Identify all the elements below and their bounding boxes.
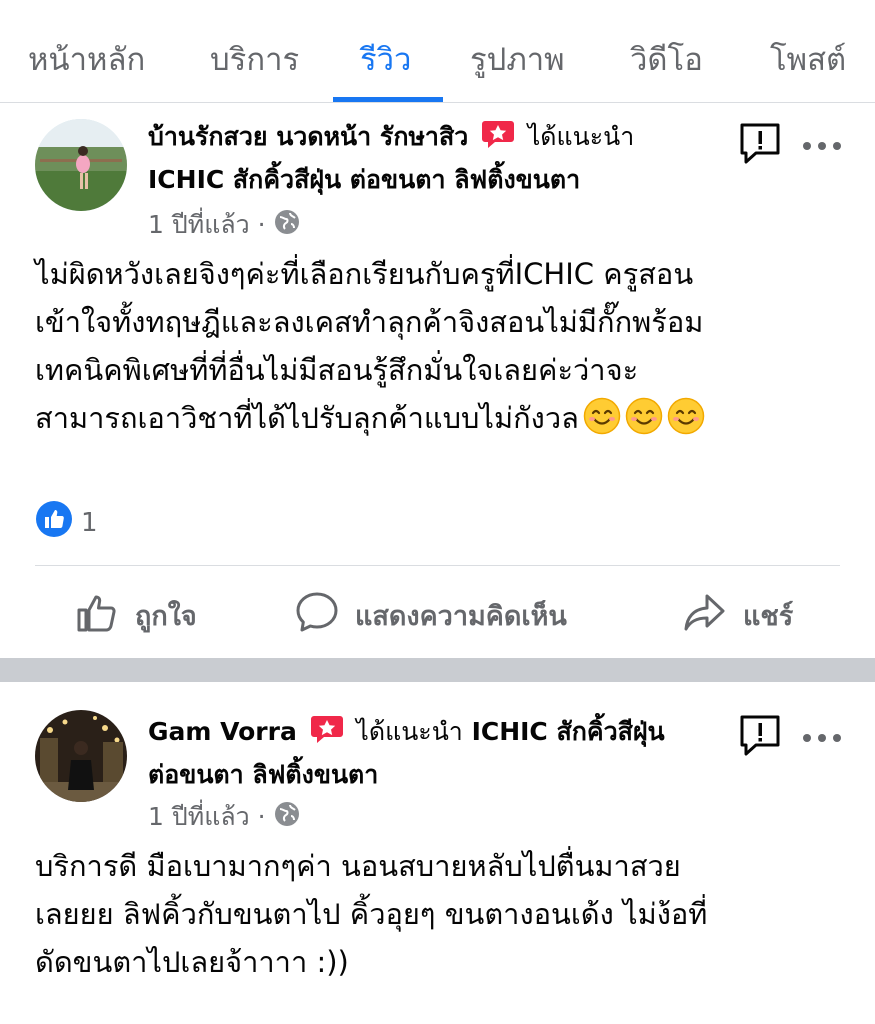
avatar[interactable]	[35, 119, 127, 211]
divider	[35, 565, 840, 566]
smile-emoji-icon	[583, 397, 621, 435]
post-options	[738, 713, 842, 761]
tab-posts[interactable]: โพสต์	[770, 34, 846, 84]
post-header: บ้านรักสวย นวดหน้า รักษาสิว ได้แนะนำ ICH…	[148, 117, 728, 199]
globe-icon	[274, 801, 300, 833]
share-icon	[683, 590, 727, 641]
report-icon[interactable]	[738, 713, 782, 761]
like-count: 1	[81, 507, 98, 538]
more-options-icon[interactable]	[802, 136, 842, 155]
tab-services[interactable]: บริการ	[210, 34, 299, 84]
author-name[interactable]: บ้านรักสวย นวดหน้า รักษาสิว	[148, 122, 468, 151]
post-body: บริการดี มือเบามากๆค่า นอนสบายหลับไปตื่น…	[35, 842, 845, 986]
page-name[interactable]: ICHIC สักคิ้วสีฝุ่น	[472, 717, 665, 746]
avatar[interactable]	[35, 710, 127, 802]
tab-photos[interactable]: รูปภาพ	[470, 34, 565, 84]
smile-emoji-icon	[667, 397, 705, 435]
page-name[interactable]: ต่อขนตา ลิฟติ้งขนตา	[148, 760, 378, 789]
post-body-line: ไม่ผิดหวังเลยจิงๆค่ะที่เลือกเรียนกับครูท…	[35, 257, 694, 291]
page-name[interactable]: ICHIC สักคิ้วสีฝุ่น ต่อขนตา ลิฟติ้งขนตา	[148, 165, 580, 194]
tab-videos[interactable]: วิดีโอ	[630, 34, 703, 84]
thumbs-up-icon	[75, 590, 119, 641]
report-icon[interactable]	[738, 121, 782, 169]
post-body-line: บริการดี มือเบามากๆค่า นอนสบายหลับไปตื่น…	[35, 849, 681, 883]
recommend-text: ได้แนะนำ	[356, 717, 463, 746]
post-time[interactable]: 1 ปีที่แล้ว ·	[148, 797, 266, 837]
post-meta: 1 ปีที่แล้ว ·	[148, 797, 300, 837]
comment-button[interactable]: แสดงความคิดเห็น	[295, 590, 567, 641]
smile-emoji-icon	[625, 397, 663, 435]
share-label: แชร์	[743, 601, 794, 632]
tab-home[interactable]: หน้าหลัก	[28, 34, 145, 84]
like-button[interactable]: ถูกใจ	[75, 590, 197, 641]
active-tab-indicator	[333, 97, 443, 102]
recommend-text: ได้แนะนำ	[527, 122, 635, 151]
post-body-line: เลยยย ลิฟคิ้วกับขนตาไป คิ้วอุยๆ ขนตางอนเ…	[35, 897, 708, 931]
post-body-line: ดัดขนตาไปเลยจ้าาาา :))	[35, 945, 349, 979]
post-time[interactable]: 1 ปีที่แล้ว ·	[148, 205, 266, 245]
post-body-line-last: สามารถเอาวิชาที่ได้ไปรับลุกค้าแบบไม่กังว…	[35, 394, 845, 442]
share-button[interactable]: แชร์	[683, 590, 793, 641]
like-reaction-icon	[35, 500, 73, 545]
comment-label: แสดงความคิดเห็น	[355, 601, 567, 632]
post-body-line: สามารถเอาวิชาที่ได้ไปรับลุกค้าแบบไม่กังว…	[35, 401, 579, 435]
post-separator	[0, 658, 875, 682]
post-body-line: เทคนิคพิเศษที่ที่อื่นไม่มีสอนรู้สึกมั่นใ…	[35, 353, 639, 387]
reaction-summary[interactable]: 1	[35, 500, 98, 545]
recommend-icon	[481, 119, 515, 160]
post-header: Gam Vorra ได้แนะนำ ICHIC สักคิ้วสีฝุ่น ต…	[148, 712, 728, 794]
more-options-icon[interactable]	[802, 728, 842, 747]
tab-reviews[interactable]: รีวิว	[360, 34, 411, 84]
post-body-line: เข้าใจทั้งทฤษฎีและลงเคสทำลุกค้าจิงสอนไม่…	[35, 305, 704, 339]
recommend-icon	[310, 714, 344, 755]
post-options	[738, 121, 842, 169]
globe-icon	[274, 209, 300, 241]
post-meta: 1 ปีที่แล้ว ·	[148, 205, 300, 245]
comment-icon	[295, 590, 339, 641]
like-label: ถูกใจ	[135, 601, 197, 632]
page-tab-bar: หน้าหลัก บริการ รีวิว รูปภาพ วิดีโอ โพสต…	[0, 0, 875, 103]
post-body: ไม่ผิดหวังเลยจิงๆค่ะที่เลือกเรียนกับครูท…	[35, 250, 845, 442]
author-name[interactable]: Gam Vorra	[148, 717, 297, 746]
